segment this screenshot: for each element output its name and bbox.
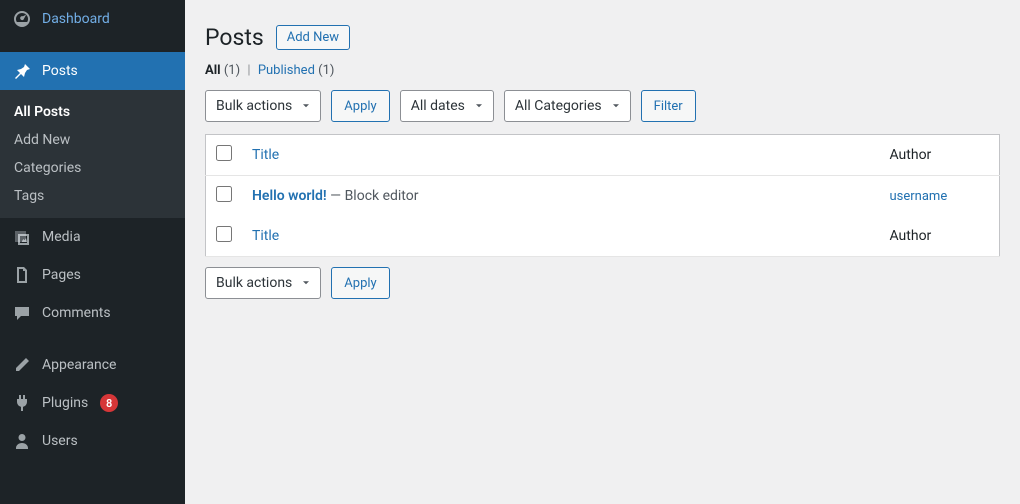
posts-table: Title Author Hello world! — Block editor… — [205, 134, 1000, 257]
chevron-down-icon — [473, 100, 485, 112]
row-author-cell: username — [880, 176, 1000, 217]
column-footer-author: Author — [880, 216, 1000, 257]
sidebar-subitem-all-posts-label: All Posts — [14, 104, 70, 120]
sidebar-item-comments[interactable]: Comments — [0, 294, 185, 332]
sidebar-subitem-categories[interactable]: Categories — [0, 154, 185, 182]
filter-button[interactable]: Filter — [641, 90, 696, 122]
sidebar-comments-label: Comments — [42, 305, 111, 321]
main-content: Posts Add New All (1) | Published (1) Bu… — [185, 0, 1020, 504]
row-title-cell: Hello world! — Block editor — [242, 176, 880, 217]
sidebar-subitem-add-new-label: Add New — [14, 132, 70, 148]
category-filter-selected: All Categories — [515, 98, 602, 114]
users-icon — [12, 431, 32, 451]
sidebar-item-media[interactable]: Media — [0, 218, 185, 256]
dashboard-icon — [12, 9, 32, 29]
row-checkbox[interactable] — [216, 186, 232, 202]
add-new-button[interactable]: Add New — [276, 25, 350, 50]
sidebar-dashboard-label: Dashboard — [42, 11, 110, 27]
page-title: Posts — [205, 24, 264, 51]
sidebar-plugins-label: Plugins — [42, 395, 88, 411]
menu-separator — [0, 332, 185, 346]
sidebar-subitem-tags[interactable]: Tags — [0, 182, 185, 210]
admin-sidebar: Dashboard Posts All Posts Add New Catego… — [0, 0, 185, 504]
sidebar-item-appearance[interactable]: Appearance — [0, 346, 185, 384]
bulk-actions-select-bottom[interactable]: Bulk actions — [205, 267, 321, 299]
chevron-down-icon — [610, 100, 622, 112]
menu-separator — [0, 38, 185, 52]
tablenav-top: Bulk actions Apply All dates All Categor… — [205, 90, 1000, 122]
sidebar-appearance-label: Appearance — [42, 357, 116, 373]
page-header: Posts Add New — [205, 24, 1000, 51]
comments-icon — [12, 303, 32, 323]
date-filter-selected: All dates — [411, 98, 465, 114]
sidebar-users-label: Users — [42, 433, 78, 449]
select-all-checkbox-bottom[interactable] — [216, 226, 232, 242]
sidebar-item-pages[interactable]: Pages — [0, 256, 185, 294]
sidebar-subitem-tags-label: Tags — [14, 188, 44, 204]
post-state-sep: — — [327, 188, 345, 204]
media-icon — [12, 227, 32, 247]
sidebar-pages-label: Pages — [42, 267, 81, 283]
post-status-filters: All (1) | Published (1) — [205, 63, 1000, 78]
filter-all-count: (1) — [224, 63, 240, 78]
plugins-update-badge: 8 — [100, 394, 118, 412]
sidebar-item-posts[interactable]: Posts — [0, 52, 185, 90]
filter-all-link[interactable]: All — [205, 63, 221, 78]
tablenav-bottom: Bulk actions Apply — [205, 267, 1000, 299]
appearance-icon — [12, 355, 32, 375]
sidebar-posts-label: Posts — [42, 63, 78, 79]
select-all-top-cell — [206, 135, 243, 176]
bulk-actions-selected-bottom: Bulk actions — [216, 275, 292, 291]
post-title-link[interactable]: Hello world! — [252, 188, 327, 204]
sidebar-item-dashboard[interactable]: Dashboard — [0, 0, 185, 38]
chevron-down-icon — [300, 277, 312, 289]
sidebar-item-users[interactable]: Users — [0, 422, 185, 460]
bulk-actions-select-top[interactable]: Bulk actions — [205, 90, 321, 122]
sidebar-subitem-all-posts[interactable]: All Posts — [0, 98, 185, 126]
select-all-bottom-cell — [206, 216, 243, 257]
filter-published-count: (1) — [318, 63, 334, 78]
row-checkbox-cell — [206, 176, 243, 217]
sidebar-subitem-add-new[interactable]: Add New — [0, 126, 185, 154]
apply-bulk-button-bottom[interactable]: Apply — [331, 267, 389, 299]
sidebar-media-label: Media — [42, 229, 81, 245]
column-header-author: Author — [880, 135, 1000, 176]
plugins-icon — [12, 393, 32, 413]
select-all-checkbox-top[interactable] — [216, 145, 232, 161]
chevron-down-icon — [300, 100, 312, 112]
sidebar-item-plugins[interactable]: Plugins 8 — [0, 384, 185, 422]
bulk-actions-selected-top: Bulk actions — [216, 98, 292, 114]
post-author-link[interactable]: username — [890, 189, 948, 204]
sidebar-submenu-posts: All Posts Add New Categories Tags — [0, 90, 185, 218]
date-filter-select[interactable]: All dates — [400, 90, 494, 122]
apply-bulk-button-top[interactable]: Apply — [331, 90, 389, 122]
pages-icon — [12, 265, 32, 285]
column-header-title[interactable]: Title — [242, 135, 880, 176]
category-filter-select[interactable]: All Categories — [504, 90, 631, 122]
filter-separator: | — [247, 63, 250, 78]
pushpin-icon — [12, 61, 32, 81]
filter-published-link[interactable]: Published — [258, 63, 315, 78]
table-row: Hello world! — Block editor username — [206, 176, 1000, 217]
column-footer-title[interactable]: Title — [242, 216, 880, 257]
post-state: Block editor — [345, 188, 419, 204]
sidebar-subitem-categories-label: Categories — [14, 160, 81, 176]
